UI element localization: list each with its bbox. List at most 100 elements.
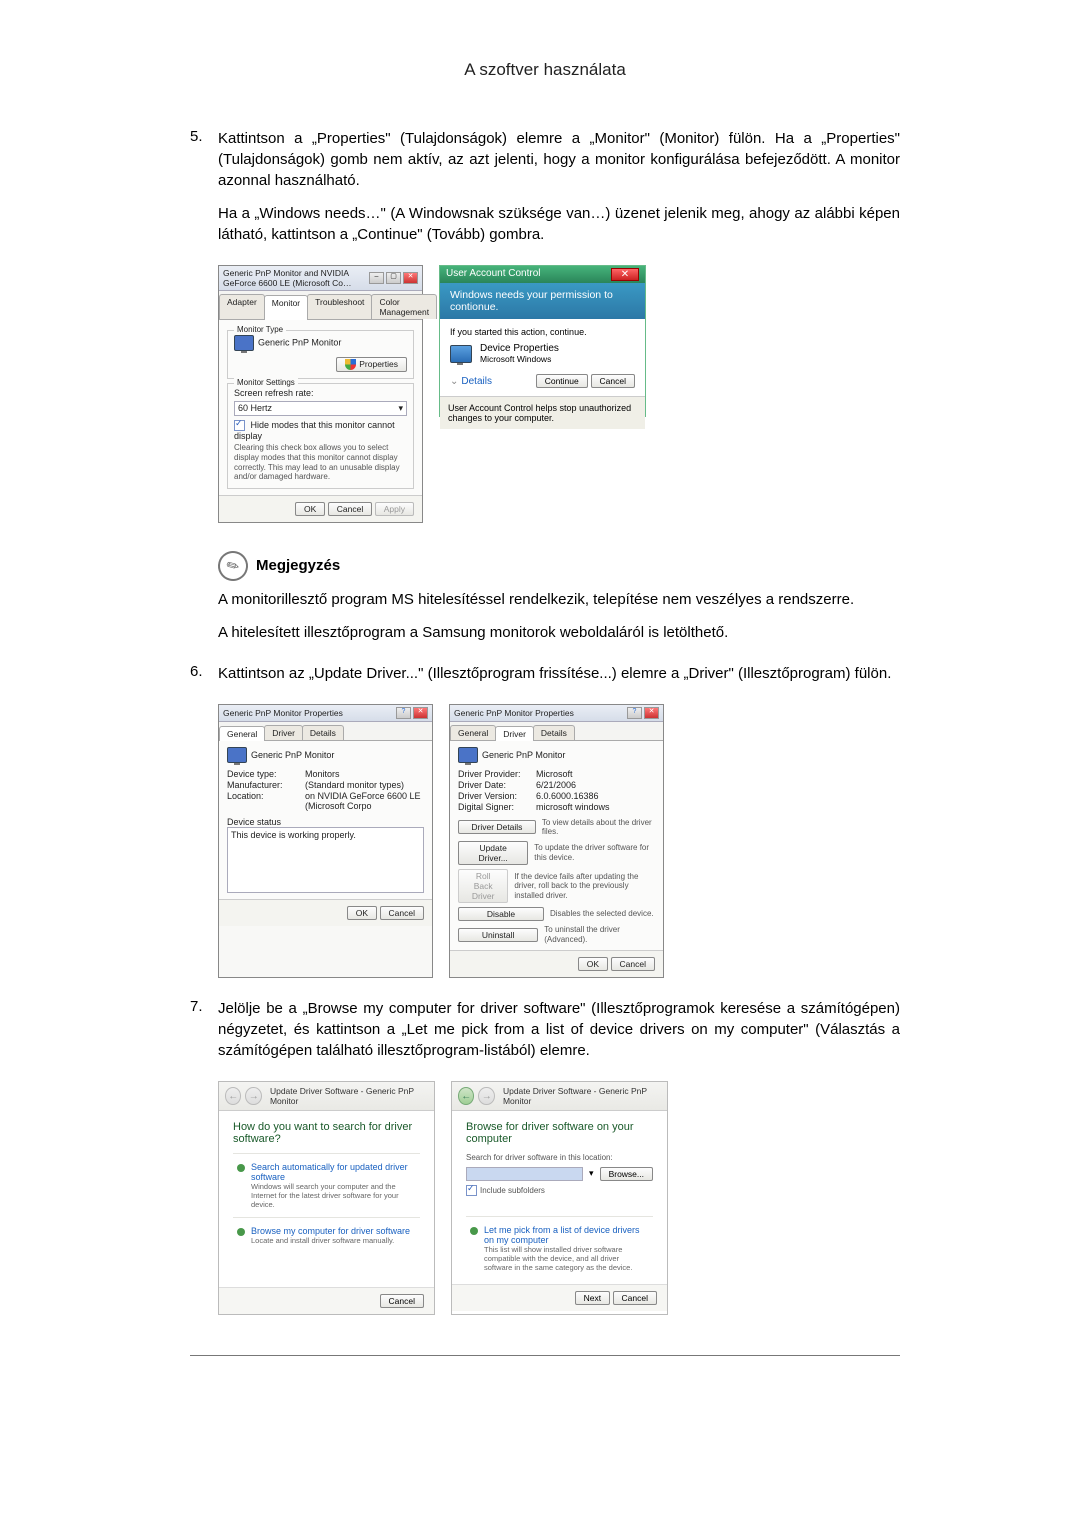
cancel-button[interactable]: Cancel xyxy=(611,957,655,971)
properties-general-title: Generic PnP Monitor Properties xyxy=(223,708,343,718)
wizard2-option-pick-list[interactable]: Let me pick from a list of device driver… xyxy=(466,1216,653,1280)
cancel-button[interactable]: Cancel xyxy=(328,502,372,516)
chevron-down-icon: ▾ xyxy=(398,403,403,414)
chapter-title: A szoftver használata xyxy=(190,60,900,80)
uac-title-label: User Account Control xyxy=(446,268,541,281)
browse-button[interactable]: Browse... xyxy=(600,1167,653,1181)
chevron-down-icon: ▾ xyxy=(589,1168,594,1179)
program-icon xyxy=(450,345,472,363)
driver-version-value: 6.0.6000.16386 xyxy=(536,791,655,801)
wizard2-search-label: Search for driver software in this locat… xyxy=(466,1153,653,1163)
disable-desc: Disables the selected device. xyxy=(550,909,654,919)
step7-paragraph: Jelölje be a „Browse my computer for dri… xyxy=(218,998,900,1061)
wizard2-heading: Browse for driver software on your compu… xyxy=(466,1121,653,1145)
driver-details-button[interactable]: Driver Details xyxy=(458,820,536,834)
tab-driver[interactable]: Driver xyxy=(264,725,303,740)
close-icon[interactable]: ✕ xyxy=(413,707,428,719)
footer-rule xyxy=(190,1355,900,1356)
step5-number: 5. xyxy=(190,128,218,257)
tab-color-management[interactable]: Color Management xyxy=(371,294,437,319)
tab-adapter[interactable]: Adapter xyxy=(219,294,265,319)
ok-button[interactable]: OK xyxy=(295,502,325,516)
tab-details[interactable]: Details xyxy=(533,725,575,740)
driver-location-combobox[interactable] xyxy=(466,1167,583,1181)
back-icon[interactable]: ← xyxy=(225,1087,241,1105)
digital-signer-value: microsoft windows xyxy=(536,802,655,812)
close-icon[interactable]: ✕ xyxy=(644,707,659,719)
close-icon[interactable]: ✕ xyxy=(403,272,418,284)
step6-text: Kattintson az „Update Driver..." (Illesz… xyxy=(218,663,900,696)
shield-icon xyxy=(345,359,356,370)
cancel-button[interactable]: Cancel xyxy=(591,374,635,388)
chevron-down-icon: ⌄ xyxy=(450,376,458,387)
apply-button[interactable]: Apply xyxy=(375,502,414,516)
continue-button[interactable]: Continue xyxy=(536,374,588,388)
device-status-label: Device status xyxy=(227,817,424,827)
step6-number: 6. xyxy=(190,663,218,696)
wizard2-opt-desc: This list will show installed driver sof… xyxy=(484,1245,649,1272)
note-label: Megjegyzés xyxy=(256,557,340,574)
device-type-key: Device type: xyxy=(227,769,305,779)
refresh-rate-select[interactable]: 60 Hertz ▾ xyxy=(234,401,407,416)
driver-details-desc: To view details about the driver files. xyxy=(542,818,655,837)
monitor-name-label: Generic PnP Monitor xyxy=(258,337,341,347)
properties-button[interactable]: Properties xyxy=(336,357,407,372)
wizard1-option-browse[interactable]: Browse my computer for driver software L… xyxy=(233,1217,420,1253)
wizard1-opt1-desc: Windows will search your computer and th… xyxy=(251,1182,416,1209)
driver-provider-key: Driver Provider: xyxy=(458,769,536,779)
next-button[interactable]: Next xyxy=(575,1291,610,1305)
tab-general[interactable]: General xyxy=(219,726,265,741)
update-driver-button[interactable]: Update Driver... xyxy=(458,841,528,865)
disable-button[interactable]: Disable xyxy=(458,907,544,921)
driver-date-key: Driver Date: xyxy=(458,780,536,790)
maximize-icon[interactable]: ▢ xyxy=(386,272,401,284)
uac-details-link[interactable]: Details xyxy=(461,376,492,387)
monitor-icon xyxy=(234,335,254,351)
uninstall-button[interactable]: Uninstall xyxy=(458,928,538,942)
monitor-icon xyxy=(458,747,478,763)
ok-button[interactable]: OK xyxy=(578,957,608,971)
uninstall-desc: To uninstall the driver (Advanced). xyxy=(544,925,655,944)
forward-icon[interactable]: → xyxy=(478,1087,494,1105)
refresh-rate-value: 60 Hertz xyxy=(238,403,272,414)
tab-details[interactable]: Details xyxy=(302,725,344,740)
update-driver-desc: To update the driver software for this d… xyxy=(534,843,655,862)
wizard2-breadcrumb: Update Driver Software - Generic PnP Mon… xyxy=(503,1086,661,1106)
note-icon: ✎ xyxy=(213,545,254,586)
tab-troubleshoot[interactable]: Troubleshoot xyxy=(307,294,372,319)
wizard1-opt2-title: Browse my computer for driver software xyxy=(251,1226,410,1236)
ok-button[interactable]: OK xyxy=(347,906,377,920)
wizard1-option-search-auto[interactable]: Search automatically for updated driver … xyxy=(233,1153,420,1217)
rollback-driver-button[interactable]: Roll Back Driver xyxy=(458,869,508,903)
close-icon[interactable]: ✕ xyxy=(611,268,639,281)
group-monitor-type-label: Monitor Type xyxy=(234,325,286,334)
arrow-right-icon xyxy=(470,1227,478,1235)
help-icon[interactable]: ? xyxy=(396,707,411,719)
help-icon[interactable]: ? xyxy=(627,707,642,719)
driver-version-key: Driver Version: xyxy=(458,791,536,801)
step5-para2: Ha a „Windows needs…" (A Windowsnak szük… xyxy=(218,203,900,245)
uac-footer-text: User Account Control helps stop unauthor… xyxy=(440,396,645,429)
location-value: on NVIDIA GeForce 6600 LE (Microsoft Cor… xyxy=(305,791,424,811)
tab-driver[interactable]: Driver xyxy=(495,726,534,741)
tab-monitor[interactable]: Monitor xyxy=(264,295,308,320)
driver-provider-value: Microsoft xyxy=(536,769,655,779)
forward-icon[interactable]: → xyxy=(245,1087,261,1105)
uac-publisher: Microsoft Windows xyxy=(480,354,559,364)
monitor-dialog-title: Generic PnP Monitor and NVIDIA GeForce 6… xyxy=(223,268,369,288)
group-monitor-settings-label: Monitor Settings xyxy=(234,378,298,387)
minimize-icon[interactable]: – xyxy=(369,272,384,284)
step5-text: Kattintson a „Properties" (Tulajdonságok… xyxy=(218,128,900,257)
wizard1-breadcrumb: Update Driver Software - Generic PnP Mon… xyxy=(270,1086,428,1106)
hide-modes-checkbox[interactable] xyxy=(234,420,245,431)
cancel-button[interactable]: Cancel xyxy=(380,1294,424,1308)
arrow-right-icon xyxy=(237,1164,245,1172)
uac-program-name: Device Properties xyxy=(480,343,559,354)
back-icon[interactable]: ← xyxy=(458,1087,474,1105)
cancel-button[interactable]: Cancel xyxy=(380,906,424,920)
note-paragraph1: A monitorillesztő program MS hitelesítés… xyxy=(218,589,900,610)
include-subfolders-label: Include subfolders xyxy=(480,1186,545,1195)
cancel-button[interactable]: Cancel xyxy=(613,1291,657,1305)
tab-general[interactable]: General xyxy=(450,725,496,740)
include-subfolders-checkbox[interactable] xyxy=(466,1185,477,1196)
